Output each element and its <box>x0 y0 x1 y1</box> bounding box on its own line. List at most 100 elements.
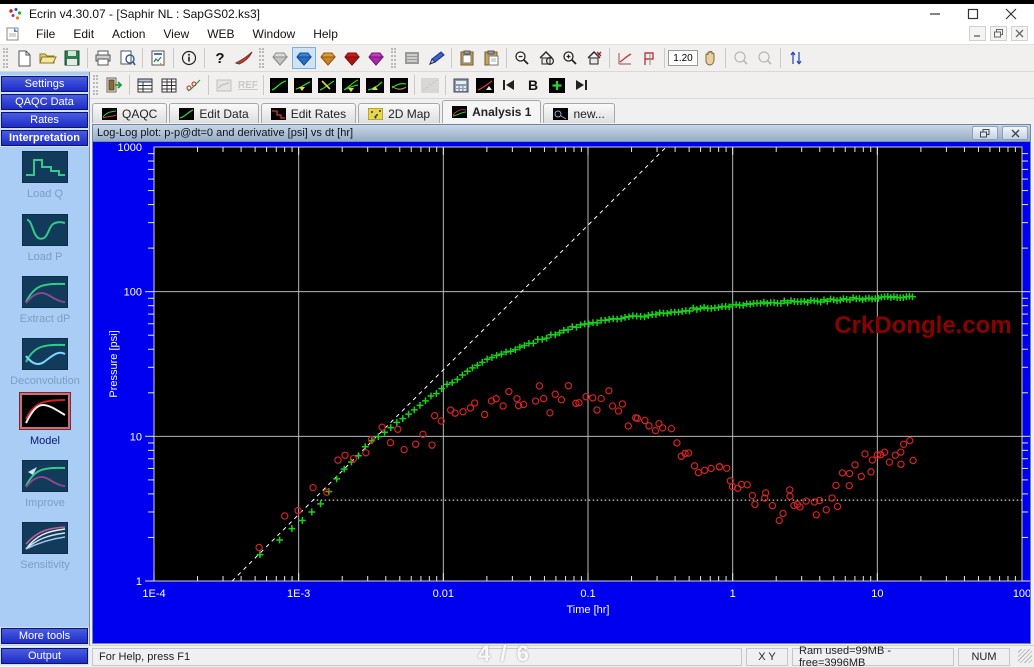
zoom-next-button[interactable] <box>753 47 777 69</box>
title-bar[interactable]: Ecrin v4.30.07 - [Saphir NL : SapGS02.ks… <box>0 4 1034 23</box>
tab-qaqc[interactable]: QAQC <box>92 103 168 123</box>
open-file-button[interactable] <box>36 47 60 69</box>
toolbar-grip[interactable] <box>259 48 264 68</box>
tab-analysis-1[interactable]: Analysis 1 <box>442 100 542 123</box>
exit-analysis-button[interactable] <box>102 74 126 96</box>
menu-file[interactable]: File <box>27 24 64 44</box>
sort-options-button[interactable] <box>784 47 808 69</box>
annotation-tool-button[interactable] <box>637 47 661 69</box>
tab-new[interactable]: new... <box>543 103 615 123</box>
gauge-compare-button[interactable] <box>212 74 236 96</box>
paste-plot-button[interactable] <box>479 47 503 69</box>
map-tab-icon <box>368 107 384 120</box>
resize-grip[interactable] <box>1018 649 1032 663</box>
pan-button[interactable] <box>698 47 722 69</box>
mdi-minimize-button[interactable] <box>969 26 986 41</box>
plot-type-5-button[interactable] <box>363 74 387 96</box>
plot-restore-button[interactable] <box>972 126 998 140</box>
menu-window[interactable]: Window <box>244 24 305 44</box>
step-extract-dp[interactable]: Extract dP <box>0 276 90 325</box>
step-sensitivity[interactable]: Sensitivity <box>0 522 90 571</box>
scatter-gray-button[interactable] <box>418 74 442 96</box>
toolbar-grip[interactable] <box>391 48 396 68</box>
zoom-out-button[interactable] <box>510 47 534 69</box>
step-load-q[interactable]: Load Q <box>0 151 90 200</box>
line-tool-button[interactable] <box>613 47 637 69</box>
minimize-button[interactable] <box>916 4 954 23</box>
print-button[interactable] <box>91 47 115 69</box>
calculator-button[interactable] <box>449 74 473 96</box>
mdi-close-button[interactable] <box>1011 26 1028 41</box>
print-preview-button[interactable] <box>115 47 139 69</box>
reference-button[interactable]: REF <box>236 74 260 96</box>
plot-window-titlebar[interactable]: Log-Log plot: p-p@dt=0 and derivative [p… <box>93 125 1030 142</box>
edit-rates-tab-icon <box>270 107 286 120</box>
more-tools-button[interactable]: More tools <box>0 627 89 645</box>
save-button[interactable] <box>60 47 84 69</box>
module-rubis-button[interactable] <box>340 47 364 69</box>
report-button[interactable] <box>146 47 170 69</box>
results-table-button[interactable] <box>157 74 181 96</box>
toolbar-grip[interactable] <box>93 75 98 95</box>
value-display-box[interactable]: 1.20 <box>668 50 698 66</box>
copy-plot-button[interactable] <box>455 47 479 69</box>
deconvolution-icon <box>22 338 68 370</box>
loglog-chart[interactable]: 1E-4 1E-3 0.01 0.1 1 10 100 1 10 100 1000 Time [hr]… <box>93 142 1031 643</box>
list-view-button[interactable] <box>400 47 424 69</box>
output-button[interactable]: Output <box>0 647 89 665</box>
reset-scales-button[interactable] <box>582 47 606 69</box>
module-saphir-button[interactable] <box>292 47 316 69</box>
new-file-button[interactable] <box>12 47 36 69</box>
menu-web[interactable]: WEB <box>198 24 243 44</box>
new-tab-icon <box>553 107 569 120</box>
info-button[interactable] <box>177 47 201 69</box>
plot-type-4-button[interactable] <box>339 74 363 96</box>
svg-text:100: 100 <box>124 287 142 299</box>
tab-edit-rates[interactable]: Edit Rates <box>260 103 357 123</box>
plot-type-3-button[interactable] <box>315 74 339 96</box>
calculator-icon <box>453 78 469 92</box>
bold-annotation-button[interactable]: B <box>521 74 545 96</box>
load-q-icon <box>22 151 68 183</box>
zoom-out-icon <box>515 51 529 65</box>
sidebar-section-qaqc-data[interactable]: QAQC Data <box>0 93 89 111</box>
previous-step-button[interactable] <box>497 74 521 96</box>
plot-type-1-button[interactable] <box>267 74 291 96</box>
next-step-button[interactable] <box>569 74 593 96</box>
add-analysis-button[interactable] <box>545 74 569 96</box>
sidebar-section-interpretation[interactable]: Interpretation <box>0 129 89 147</box>
menu-action[interactable]: Action <box>103 24 154 44</box>
step-deconvolution[interactable]: Deconvolution <box>0 338 90 387</box>
mdi-restore-button[interactable] <box>990 26 1007 41</box>
data-table-button[interactable] <box>133 74 157 96</box>
maximize-button[interactable] <box>954 4 992 23</box>
step-model[interactable]: Model <box>0 392 90 447</box>
menu-view[interactable]: View <box>154 24 198 44</box>
module-diamant-button[interactable] <box>268 47 292 69</box>
scatter-tool-button[interactable] <box>181 74 205 96</box>
toolbar-grip[interactable] <box>3 48 8 68</box>
tab-2d-map[interactable]: 2D Map <box>358 103 441 123</box>
model-plot-button[interactable] <box>473 74 497 96</box>
module-amethyste-button[interactable] <box>364 47 388 69</box>
plot-type-6-button[interactable] <box>387 74 411 96</box>
module-topaze-button[interactable] <box>316 47 340 69</box>
sort-arrows-icon <box>790 51 802 65</box>
edit-pen-button[interactable] <box>424 47 448 69</box>
sidebar-section-rates[interactable]: Rates <box>0 111 89 129</box>
sidebar-section-settings[interactable]: Settings <box>0 75 89 93</box>
zoom-previous-button[interactable] <box>729 47 753 69</box>
step-improve[interactable]: Improve <box>0 460 90 509</box>
help-button[interactable]: ? <box>208 47 232 69</box>
zoom-in-button[interactable] <box>558 47 582 69</box>
menu-help[interactable]: Help <box>304 24 347 44</box>
context-help-button[interactable] <box>232 47 256 69</box>
plot-type-2-button[interactable] <box>291 74 315 96</box>
zoom-home-button[interactable] <box>534 47 558 69</box>
loglog-plot-window: Log-Log plot: p-p@dt=0 and derivative [p… <box>92 124 1031 644</box>
menu-edit[interactable]: Edit <box>64 24 103 44</box>
close-button[interactable] <box>992 4 1030 23</box>
tab-edit-data[interactable]: Edit Data <box>169 103 259 123</box>
step-load-p[interactable]: Load P <box>0 214 90 263</box>
plot-close-button[interactable] <box>1002 126 1028 140</box>
